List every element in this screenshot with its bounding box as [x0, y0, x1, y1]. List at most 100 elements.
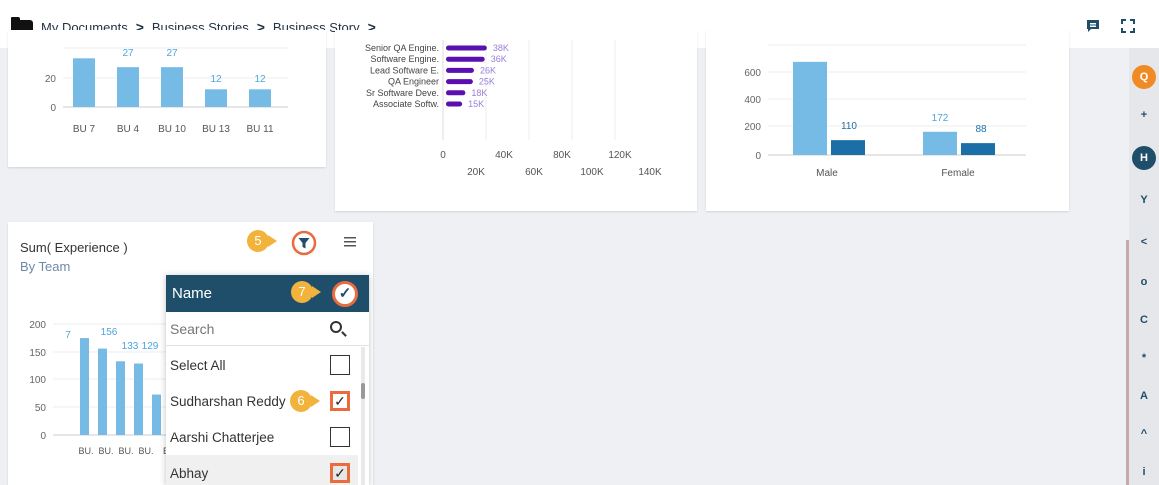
bar[interactable]	[446, 45, 487, 51]
filter-icon[interactable]	[291, 230, 317, 256]
info-icon[interactable]: i	[1132, 460, 1156, 484]
bar[interactable]	[117, 67, 139, 107]
data-label: 25K	[479, 77, 495, 87]
y-tick: 200	[29, 320, 46, 331]
chart-card-bu: 20 0 27 27 12 12 BU 7 BU 4 BU 10 BU 13 B…	[8, 19, 326, 167]
bar[interactable]	[446, 56, 485, 62]
bar[interactable]	[73, 58, 95, 107]
data-label: 88	[975, 124, 987, 135]
step-marker-5: 5	[247, 230, 277, 252]
x-tick: 20K	[467, 167, 485, 178]
refresh-icon[interactable]: C	[1132, 308, 1156, 332]
x-tick: BU 11	[246, 124, 273, 135]
data-label: 18K	[471, 88, 487, 98]
fullscreen-icon[interactable]	[1121, 19, 1135, 33]
comment-icon[interactable]	[1086, 19, 1100, 33]
filter-scrollbar-track	[361, 347, 365, 485]
data-label: 133	[122, 341, 139, 352]
x-tick: Female	[941, 168, 975, 179]
data-label: 27	[166, 48, 178, 59]
bar[interactable]	[831, 140, 865, 155]
bar[interactable]	[446, 67, 474, 73]
filter-scrollbar[interactable]	[361, 383, 365, 399]
bar[interactable]	[80, 338, 89, 435]
bar[interactable]	[205, 89, 227, 107]
bar[interactable]	[161, 67, 183, 107]
bar[interactable]	[446, 101, 463, 107]
save-icon[interactable]: H	[1132, 146, 1156, 170]
filter-search	[166, 312, 369, 346]
y-tick: 0	[40, 431, 46, 442]
filter-option-sudharshan-reddy[interactable]: Sudharshan Reddy ✓	[166, 383, 358, 419]
plus-icon[interactable]: +	[1132, 103, 1156, 127]
x-tick: 100K	[580, 167, 604, 178]
data-label: 172	[932, 113, 949, 124]
y-tick: QA Engineer	[388, 77, 439, 87]
data-label: 129	[142, 341, 159, 352]
x-tick: BU.	[118, 446, 133, 456]
y-tick: Software Engine.	[370, 54, 439, 64]
x-tick: BU.	[138, 446, 153, 456]
user-icon[interactable]: A	[1132, 384, 1156, 408]
bar[interactable]	[134, 363, 143, 435]
y-tick: 100	[29, 375, 46, 386]
chart-card-designation: Senior QA Engine. Software Engine. Lead So…	[335, 30, 697, 211]
y-tick: 150	[29, 348, 46, 359]
checkbox[interactable]: ✓	[330, 463, 350, 483]
checkbox[interactable]	[330, 427, 350, 447]
data-label: 12	[210, 74, 222, 85]
filter-panel-caret	[253, 263, 273, 275]
bar[interactable]	[152, 394, 161, 435]
x-tick: 0	[440, 150, 446, 161]
bar[interactable]	[961, 143, 995, 155]
filter-header-label: Name	[172, 285, 213, 302]
y-tick: Sr Software Deve.	[366, 88, 439, 98]
menu-icon[interactable]	[344, 236, 356, 248]
bar[interactable]	[793, 61, 827, 155]
gender-bar-chart: 600 400 200 0 110 172 88 Male Female	[744, 44, 1026, 179]
checkbox[interactable]: ✓	[330, 391, 350, 411]
step-marker-6: 6	[290, 390, 320, 412]
filter-option-label: Abhay	[170, 466, 209, 481]
x-tick: 140K	[638, 167, 662, 178]
y-tick: Associate Softw.	[373, 99, 439, 109]
y-tick: 400	[744, 95, 761, 106]
data-label: 156	[101, 327, 118, 338]
filter-option-label: Sudharshan Reddy	[170, 394, 286, 409]
share-icon[interactable]: <	[1132, 230, 1156, 254]
bar[interactable]	[116, 361, 125, 435]
checkbox[interactable]	[330, 355, 350, 375]
filter-option-abhay[interactable]: Abhay ✓	[166, 455, 358, 485]
bar[interactable]	[98, 348, 107, 435]
data-label: 7	[65, 330, 71, 341]
bar[interactable]	[446, 90, 466, 96]
y-tick: 600	[744, 68, 761, 79]
y-tick: 0	[50, 103, 56, 114]
data-label: 15K	[468, 99, 484, 109]
bar[interactable]	[923, 131, 957, 155]
bar[interactable]	[249, 89, 271, 107]
apply-filter-button[interactable]: ✓	[332, 281, 358, 307]
x-tick: BU 4	[117, 124, 140, 135]
search-icon[interactable]	[330, 321, 342, 333]
x-tick: 120K	[608, 150, 632, 161]
experience-bar-chart: 200 150 100 50 0 7 156 133 129 7 BU. BU.…	[29, 320, 178, 456]
y-tick: Lead Software E.	[370, 65, 439, 75]
bar[interactable]	[446, 79, 473, 85]
search-icon[interactable]: Q	[1132, 65, 1156, 89]
x-tick: BU 13	[202, 124, 230, 135]
designation-bar-chart: Senior QA Engine.Software Engine.Lead So…	[365, 40, 662, 178]
card-title: Sum( Experience )	[20, 240, 128, 255]
y-tick: 20	[45, 74, 57, 85]
x-tick: BU 10	[158, 124, 186, 135]
filter-option-label: Select All	[170, 358, 226, 373]
filter-option-select-all[interactable]: Select All	[166, 347, 358, 383]
filter-search-input[interactable]	[170, 318, 320, 340]
data-label: 36K	[491, 54, 507, 64]
filter-option-aarshi-chatterjee[interactable]: Aarshi Chatterjee	[166, 419, 358, 455]
bell-icon[interactable]: ^	[1132, 422, 1156, 446]
eye-icon[interactable]: o	[1132, 270, 1156, 294]
settings-icon[interactable]: *	[1132, 346, 1156, 370]
y-tick: 50	[35, 403, 47, 414]
filter-icon[interactable]: Y	[1132, 188, 1156, 212]
